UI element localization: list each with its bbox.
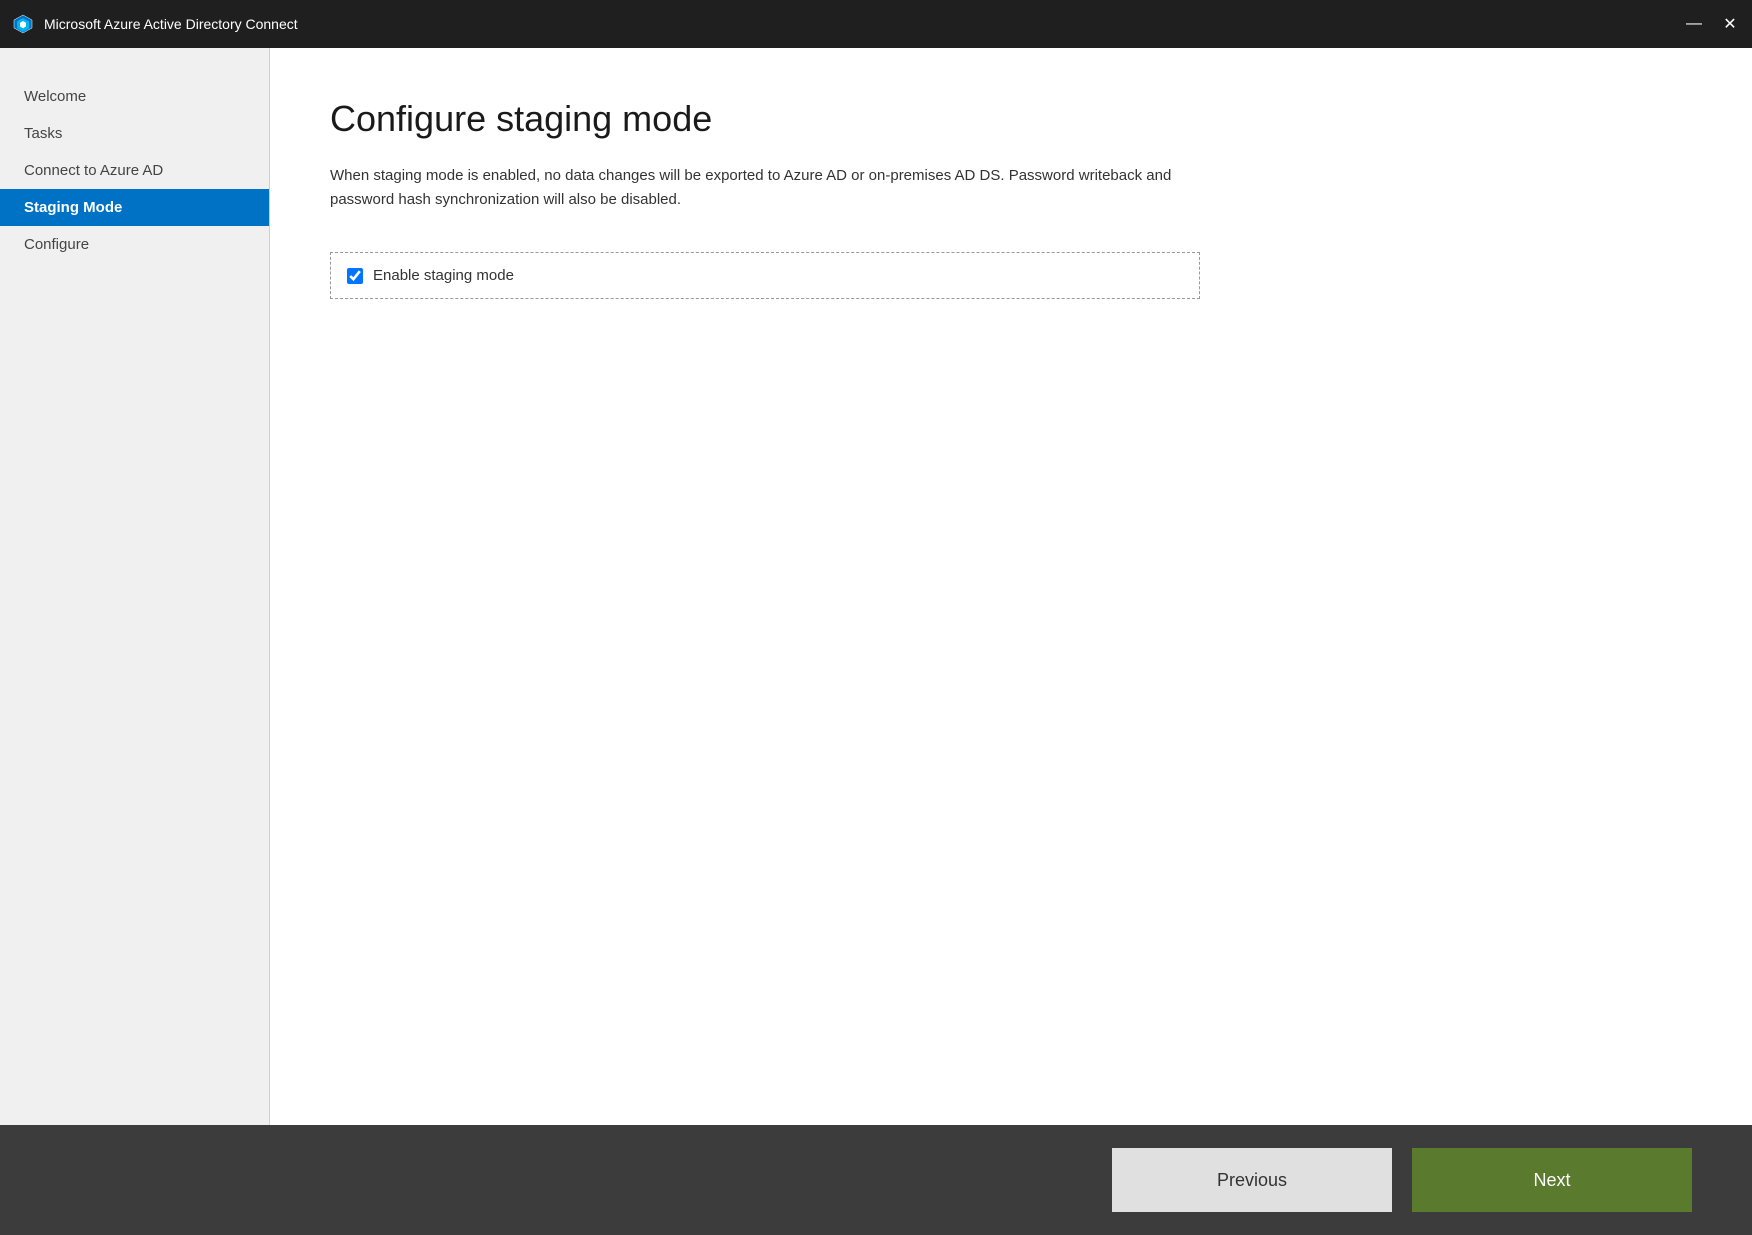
sidebar: Welcome Tasks Connect to Azure AD Stagin…: [0, 48, 270, 1125]
enable-staging-mode-checkbox[interactable]: [347, 268, 363, 284]
main-content: Welcome Tasks Connect to Azure AD Stagin…: [0, 48, 1752, 1125]
next-button[interactable]: Next: [1412, 1148, 1692, 1212]
minimize-button[interactable]: —: [1684, 14, 1704, 34]
content-area: Configure staging mode When staging mode…: [270, 48, 1752, 1125]
sidebar-item-tasks[interactable]: Tasks: [0, 115, 269, 152]
close-button[interactable]: ✕: [1720, 14, 1740, 34]
app-icon: [12, 13, 34, 35]
title-bar: Microsoft Azure Active Directory Connect…: [0, 0, 1752, 48]
page-title: Configure staging mode: [330, 98, 1692, 140]
sidebar-item-configure[interactable]: Configure: [0, 226, 269, 263]
enable-staging-mode-checkbox-container[interactable]: Enable staging mode: [330, 252, 1200, 299]
title-bar-left: Microsoft Azure Active Directory Connect: [12, 13, 298, 35]
main-window: Microsoft Azure Active Directory Connect…: [0, 0, 1752, 1235]
description-text: When staging mode is enabled, no data ch…: [330, 164, 1180, 212]
title-bar-controls: — ✕: [1684, 14, 1740, 34]
content-spacer: [330, 299, 1692, 1095]
sidebar-item-welcome[interactable]: Welcome: [0, 78, 269, 115]
enable-staging-mode-label: Enable staging mode: [373, 267, 514, 284]
sidebar-item-connect-azure-ad[interactable]: Connect to Azure AD: [0, 152, 269, 189]
footer: Previous Next: [0, 1125, 1752, 1235]
sidebar-item-staging-mode[interactable]: Staging Mode: [0, 189, 269, 226]
title-bar-title: Microsoft Azure Active Directory Connect: [44, 16, 298, 32]
previous-button[interactable]: Previous: [1112, 1148, 1392, 1212]
